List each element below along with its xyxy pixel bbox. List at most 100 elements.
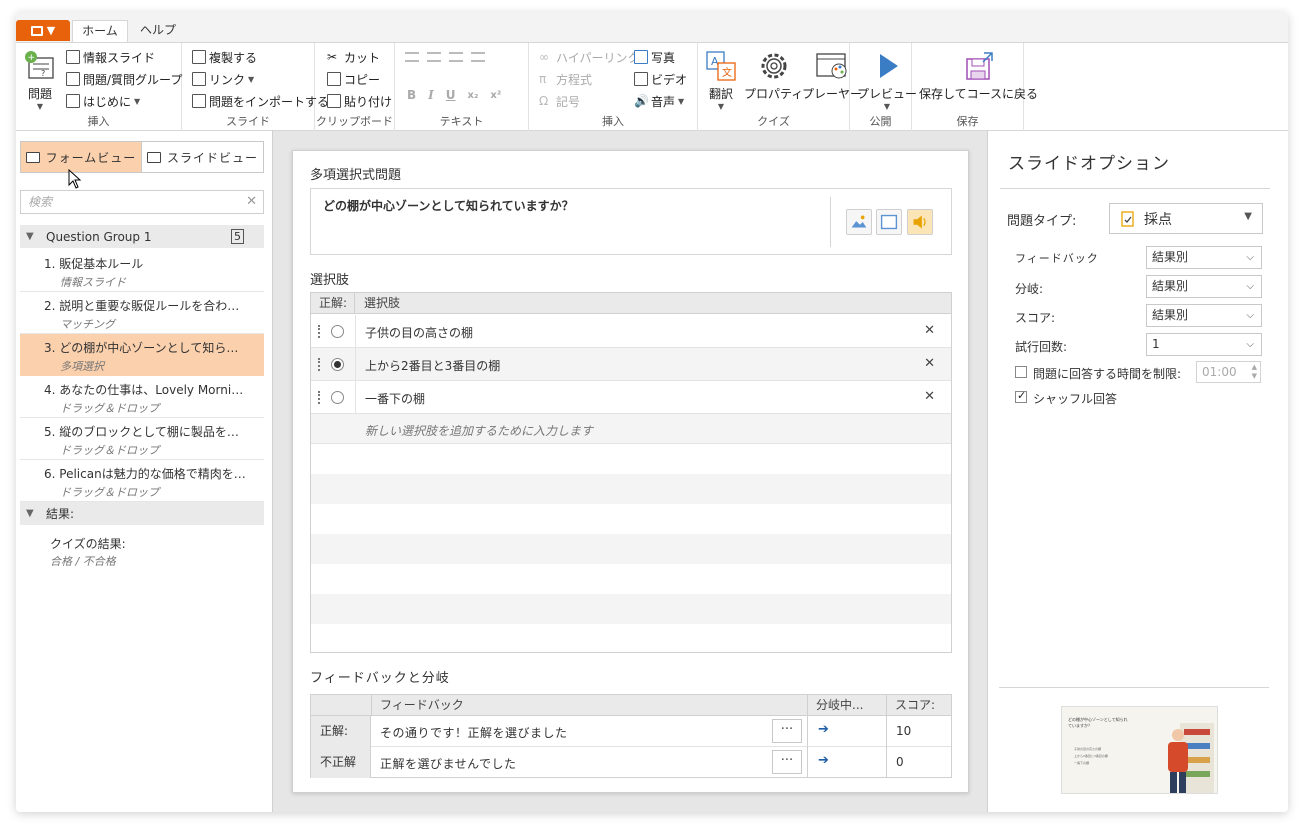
tab-home[interactable]: ホーム: [72, 20, 128, 42]
audio-button[interactable]: 🔊 音声 ▼: [634, 91, 684, 111]
paste-button[interactable]: 貼り付け: [327, 91, 392, 111]
results-item[interactable]: クイズの結果: 合格 / 不合格: [20, 535, 264, 575]
numbered-list-icon[interactable]: [427, 52, 441, 62]
choice-text[interactable]: 一番下の棚: [365, 390, 425, 407]
ribbon: ? + 問題 ▼ 情報スライド 問題/質問グループ はじめに ▼ 挿入 複製する…: [16, 42, 1288, 131]
bold-button[interactable]: B: [407, 88, 416, 102]
copy-button[interactable]: コピー: [327, 69, 380, 89]
hyperlink-button[interactable]: ∞ ハイパーリンク: [539, 47, 640, 67]
translate-button[interactable]: A 文 翻訳 ▼: [704, 49, 738, 111]
properties-button[interactable]: プロパティ: [744, 49, 803, 102]
photo-button[interactable]: 写真: [634, 47, 675, 67]
cut-button[interactable]: ✂ カット: [327, 47, 380, 67]
question-group-header[interactable]: ▼ Question Group 1 5: [20, 225, 264, 248]
tab-help[interactable]: ヘルプ: [134, 20, 182, 42]
slide-thumbnail[interactable]: どの棚が中心ゾーンとして知られていますか？ 子供の目の高さの棚 上から2番目と3…: [1061, 706, 1218, 794]
add-video-button[interactable]: [876, 209, 902, 235]
score-field[interactable]: 10: [896, 724, 911, 738]
bullet-list-icon[interactable]: [405, 52, 419, 62]
outdent-icon[interactable]: [449, 52, 463, 62]
list-item-selected[interactable]: 3. どの棚が中心ゾーンとして知ら… 多項選択: [20, 334, 264, 376]
question-type-select[interactable]: 採点 ▼: [1109, 203, 1263, 234]
app-menu-button[interactable]: ▼: [16, 20, 70, 41]
slide-view-button[interactable]: スライドビュー: [142, 142, 263, 172]
delete-icon[interactable]: ✕: [924, 323, 935, 338]
choice-text[interactable]: 子供の目の高さの棚: [365, 324, 473, 341]
superscript-button[interactable]: x²: [490, 90, 501, 101]
correct-radio[interactable]: [331, 325, 344, 338]
preview-button[interactable]: プレビュー ▼: [857, 49, 917, 111]
choice-text[interactable]: 上から2番目と3番目の棚: [365, 357, 500, 374]
equation-button[interactable]: π 方程式: [539, 69, 592, 89]
underline-button[interactable]: U: [446, 88, 456, 102]
stepper-icon[interactable]: ▲ ▼: [1252, 363, 1257, 381]
paste-label: 貼り付け: [344, 94, 393, 109]
close-icon[interactable]: ✕: [246, 194, 257, 209]
search-input[interactable]: [28, 195, 228, 209]
italic-button[interactable]: I: [428, 88, 434, 102]
save-return-button[interactable]: 保存してコースに戻る: [919, 49, 1038, 102]
score-option-select[interactable]: 結果別 ⌵: [1146, 304, 1262, 327]
score-option-label: スコア:: [1015, 311, 1056, 325]
more-button[interactable]: ···: [772, 750, 802, 774]
translate-icon: A 文: [706, 51, 736, 81]
chevron-down-icon: ▼: [46, 24, 56, 37]
list-item-title: 1. 販促基本ルール: [44, 257, 144, 271]
attempts-option-label: 試行回数:: [1015, 340, 1068, 354]
score-field[interactable]: 0: [896, 755, 904, 769]
hyperlink-label: ハイパーリンク: [556, 50, 640, 65]
info-slide-button[interactable]: 情報スライド: [66, 47, 155, 67]
results-item-sub: 合格 / 不合格: [50, 555, 116, 568]
video-button[interactable]: ビデオ: [634, 69, 687, 89]
time-limit-label: 問題に回答する時間を制限:: [1033, 367, 1182, 381]
list-item[interactable]: 4. あなたの仕事は、Lovely Morni… ドラッグ＆ドロップ: [20, 376, 264, 418]
symbol-button[interactable]: Ω 記号: [539, 91, 580, 111]
list-item[interactable]: 1. 販促基本ルール 情報スライド: [20, 250, 264, 292]
duplicate-button[interactable]: 複製する: [192, 47, 257, 67]
correct-radio[interactable]: [331, 358, 344, 371]
drag-handle-icon[interactable]: [318, 325, 320, 338]
feedback-option-select[interactable]: 結果別 ⌵: [1146, 246, 1262, 269]
indent-icon[interactable]: [471, 52, 485, 62]
column-header-choice: 選択肢: [364, 296, 401, 310]
question-group-button[interactable]: 問題/質問グループ: [66, 69, 182, 89]
question-button[interactable]: ? + 問題 ▼: [22, 49, 58, 111]
intro-button[interactable]: はじめに ▼: [66, 91, 140, 111]
arrow-right-icon[interactable]: ➔: [818, 722, 829, 737]
divider: [355, 381, 356, 414]
divider: [1000, 188, 1270, 189]
question-icon: ? +: [25, 51, 54, 79]
feedback-text[interactable]: 正解を選びませんでした: [380, 755, 517, 772]
arrow-right-icon[interactable]: ➔: [818, 753, 829, 768]
attempts-option-select[interactable]: 1 ⌵: [1146, 333, 1262, 356]
cut-label: カット: [344, 50, 381, 65]
list-item[interactable]: 2. 説明と重要な販促ルールを合わ… マッチング: [20, 292, 264, 334]
shuffle-checkbox[interactable]: [1015, 389, 1027, 403]
results-group-header[interactable]: ▼ 結果:: [20, 502, 264, 525]
add-audio-button[interactable]: [907, 209, 933, 235]
info-slide-icon: [66, 50, 80, 64]
list-item[interactable]: 6. Pelicanは魅力的な価格で精肉を… ドラッグ＆ドロップ: [20, 460, 264, 502]
feedback-text[interactable]: その通りです！正解を選びました: [380, 724, 568, 741]
delete-icon[interactable]: ✕: [924, 389, 935, 404]
question-text-editor[interactable]: どの棚が中心ゾーンとして知られていますか？: [310, 188, 952, 255]
drag-handle-icon[interactable]: [318, 358, 320, 371]
graded-icon: [1121, 210, 1134, 227]
delete-icon[interactable]: ✕: [924, 356, 935, 371]
list-item-type: 情報スライド: [60, 276, 126, 289]
photo-label: 写真: [651, 50, 676, 65]
drag-handle-icon[interactable]: [318, 391, 320, 404]
new-choice-input[interactable]: 新しい選択肢を追加するために入力します: [311, 414, 951, 444]
add-image-button[interactable]: [846, 209, 872, 235]
more-button[interactable]: ···: [772, 719, 802, 743]
import-question-button[interactable]: 問題をインポートする: [192, 91, 329, 111]
list-item[interactable]: 5. 縦のブロックとして棚に製品を… ドラッグ＆ドロップ: [20, 418, 264, 460]
subscript-button[interactable]: x₂: [468, 90, 479, 101]
correct-radio[interactable]: [331, 391, 344, 404]
branching-option-select[interactable]: 結果別 ⌵: [1146, 275, 1262, 298]
list-item-title: 3. どの棚が中心ゾーンとして知ら…: [44, 341, 239, 355]
time-limit-checkbox[interactable]: [1015, 366, 1027, 378]
time-limit-input[interactable]: 01:00 ▲ ▼: [1196, 361, 1261, 383]
link-button[interactable]: リンク ▼: [192, 69, 254, 89]
form-view-button[interactable]: フォームビュー: [21, 142, 142, 172]
